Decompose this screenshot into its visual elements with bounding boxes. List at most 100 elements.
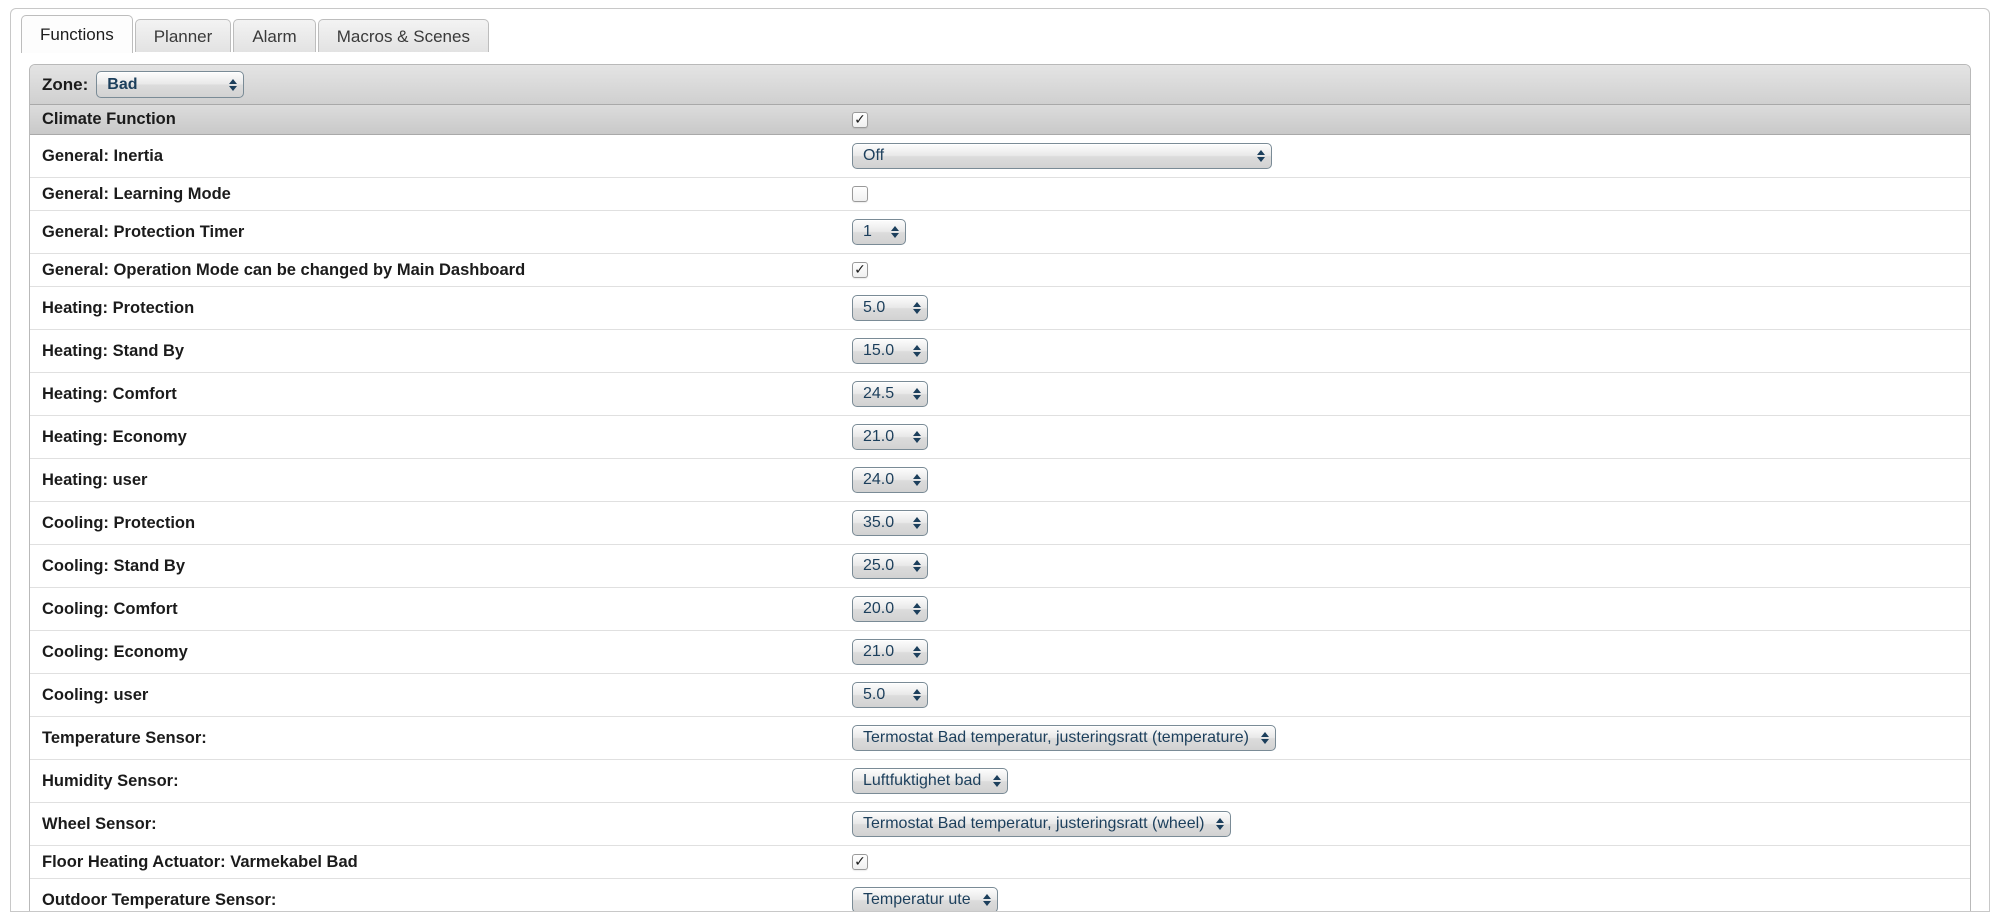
row-label: Floor Heating Actuator: Varmekabel Bad (42, 852, 358, 871)
select-value: 5.0 (863, 686, 886, 703)
row-label: Heating: Economy (42, 427, 187, 446)
up-down-arrows-icon (913, 474, 921, 486)
select-value: 35.0 (863, 514, 895, 531)
up-down-arrows-icon (913, 560, 921, 572)
row-label: Temperature Sensor: (42, 728, 207, 747)
zone-selector-bar: Zone: Bad (30, 65, 1970, 105)
select-wheel-sensor[interactable]: Termostat Bad temperatur, justeringsratt… (852, 811, 1232, 837)
check-icon: ✓ (854, 262, 866, 278)
row-control: 1 (852, 219, 1970, 245)
row-control: ✓ (852, 186, 1970, 202)
zone-select[interactable]: Bad (96, 71, 245, 98)
up-down-arrows-icon (1257, 150, 1265, 162)
row-floor-heating-actuator-varmekabel-bad: Floor Heating Actuator: Varmekabel Bad ✓ (30, 846, 1970, 879)
row-cooling-stand-by: Cooling: Stand By 25.0 (30, 545, 1970, 588)
row-label: Cooling: Comfort (42, 599, 178, 618)
select-heating-stand-by[interactable]: 15.0 (852, 338, 928, 364)
row-label: Wheel Sensor: (42, 814, 157, 833)
select-heating-protection[interactable]: 5.0 (852, 295, 928, 321)
select-humidity-sensor[interactable]: Luftfuktighet bad (852, 768, 1009, 794)
row-heating-economy: Heating: Economy 21.0 (30, 416, 1970, 459)
select-general-inertia[interactable]: Off (852, 143, 1272, 169)
select-temperature-sensor[interactable]: Termostat Bad temperatur, justeringsratt… (852, 725, 1276, 751)
climate-function-section-row: Climate Function ✓ (30, 105, 1970, 135)
row-general-inertia: General: Inertia Off (30, 135, 1970, 178)
row-label: Cooling: Stand By (42, 556, 185, 575)
row-control: 24.0 (852, 467, 1970, 493)
select-value: 25.0 (863, 557, 895, 574)
row-label: Outdoor Temperature Sensor: (42, 890, 277, 909)
tab-functions[interactable]: Functions (21, 15, 133, 53)
row-control: 5.0 (852, 682, 1970, 708)
row-label: Cooling: Protection (42, 513, 196, 532)
checkbox-floor-heating-actuator-varmekabel-bad[interactable]: ✓ (852, 854, 868, 870)
row-cooling-economy: Cooling: Economy 21.0 (30, 631, 1970, 674)
select-cooling-user[interactable]: 5.0 (852, 682, 928, 708)
row-control: Termostat Bad temperatur, justeringsratt… (852, 725, 1970, 751)
row-control: 20.0 (852, 596, 1970, 622)
row-control: 21.0 (852, 424, 1970, 450)
tab-alarm[interactable]: Alarm (233, 19, 316, 53)
up-down-arrows-icon (913, 345, 921, 357)
up-down-arrows-icon (913, 302, 921, 314)
up-down-arrows-icon (913, 431, 921, 443)
row-heating-stand-by: Heating: Stand By 15.0 (30, 330, 1970, 373)
select-value: 20.0 (863, 600, 895, 617)
row-control: 21.0 (852, 639, 1970, 665)
up-down-arrows-icon (993, 775, 1002, 787)
row-control: Temperatur ute (852, 887, 1970, 911)
select-value: Off (863, 147, 885, 164)
row-temperature-sensor: Temperature Sensor: Termostat Bad tempera… (30, 717, 1970, 760)
select-cooling-protection[interactable]: 35.0 (852, 510, 928, 536)
select-value: Temperatur ute (863, 891, 971, 908)
select-heating-economy[interactable]: 21.0 (852, 424, 928, 450)
row-label: Heating: Protection (42, 298, 195, 317)
row-general-learning-mode: General: Learning Mode ✓ (30, 178, 1970, 211)
row-label: Cooling: user (42, 685, 149, 704)
check-icon: ✓ (854, 854, 866, 870)
tab-planner[interactable]: Planner (134, 19, 232, 53)
row-control: 35.0 (852, 510, 1970, 536)
select-value: 24.0 (863, 471, 895, 488)
row-control: Luftfuktighet bad (852, 768, 1970, 794)
up-down-arrows-icon (913, 517, 921, 529)
select-cooling-comfort[interactable]: 20.0 (852, 596, 928, 622)
settings-table: Zone: Bad Climate Function ✓ General: In… (29, 64, 1971, 911)
row-label: Heating: Stand By (42, 341, 185, 360)
select-cooling-economy[interactable]: 21.0 (852, 639, 928, 665)
row-control: 15.0 (852, 338, 1970, 364)
up-down-arrows-icon (913, 603, 921, 615)
checkbox-general-operation-mode-can-be-changed-by-main-dashboard[interactable]: ✓ (852, 262, 868, 278)
select-value: Termostat Bad temperatur, justeringsratt… (863, 729, 1249, 746)
functions-panel: Zone: Bad Climate Function ✓ General: In… (10, 52, 1990, 912)
row-heating-protection: Heating: Protection 5.0 (30, 287, 1970, 330)
up-down-arrows-icon (891, 226, 899, 238)
up-down-arrows-icon (982, 894, 991, 906)
row-label: Heating: user (42, 470, 148, 489)
select-value: 21.0 (863, 643, 895, 660)
select-value: 1 (863, 223, 872, 240)
row-label: General: Protection Timer (42, 222, 245, 241)
up-down-arrows-icon (913, 646, 921, 658)
select-general-protection-timer[interactable]: 1 (852, 219, 906, 245)
select-value: 24.5 (863, 385, 895, 402)
up-down-arrows-icon (1260, 732, 1269, 744)
up-down-arrows-icon (1216, 818, 1225, 830)
row-cooling-protection: Cooling: Protection 35.0 (30, 502, 1970, 545)
climate-function-checkbox[interactable]: ✓ (852, 111, 868, 128)
tab-bar: Functions Planner Alarm Macros & Scenes (10, 8, 1990, 53)
checkbox-general-learning-mode[interactable]: ✓ (852, 186, 868, 202)
row-control: 5.0 (852, 295, 1970, 321)
row-control: ✓ (852, 262, 1970, 278)
select-value: 5.0 (863, 299, 886, 316)
row-label: General: Inertia (42, 146, 164, 165)
row-heating-user: Heating: user 24.0 (30, 459, 1970, 502)
select-value: 15.0 (863, 342, 895, 359)
select-cooling-stand-by[interactable]: 25.0 (852, 553, 928, 579)
select-heating-user[interactable]: 24.0 (852, 467, 928, 493)
tab-macros-scenes[interactable]: Macros & Scenes (317, 19, 489, 53)
zone-select-value: Bad (107, 75, 138, 93)
select-value: Luftfuktighet bad (863, 772, 982, 789)
select-outdoor-temperature-sensor[interactable]: Temperatur ute (852, 887, 998, 911)
select-heating-comfort[interactable]: 24.5 (852, 381, 928, 407)
